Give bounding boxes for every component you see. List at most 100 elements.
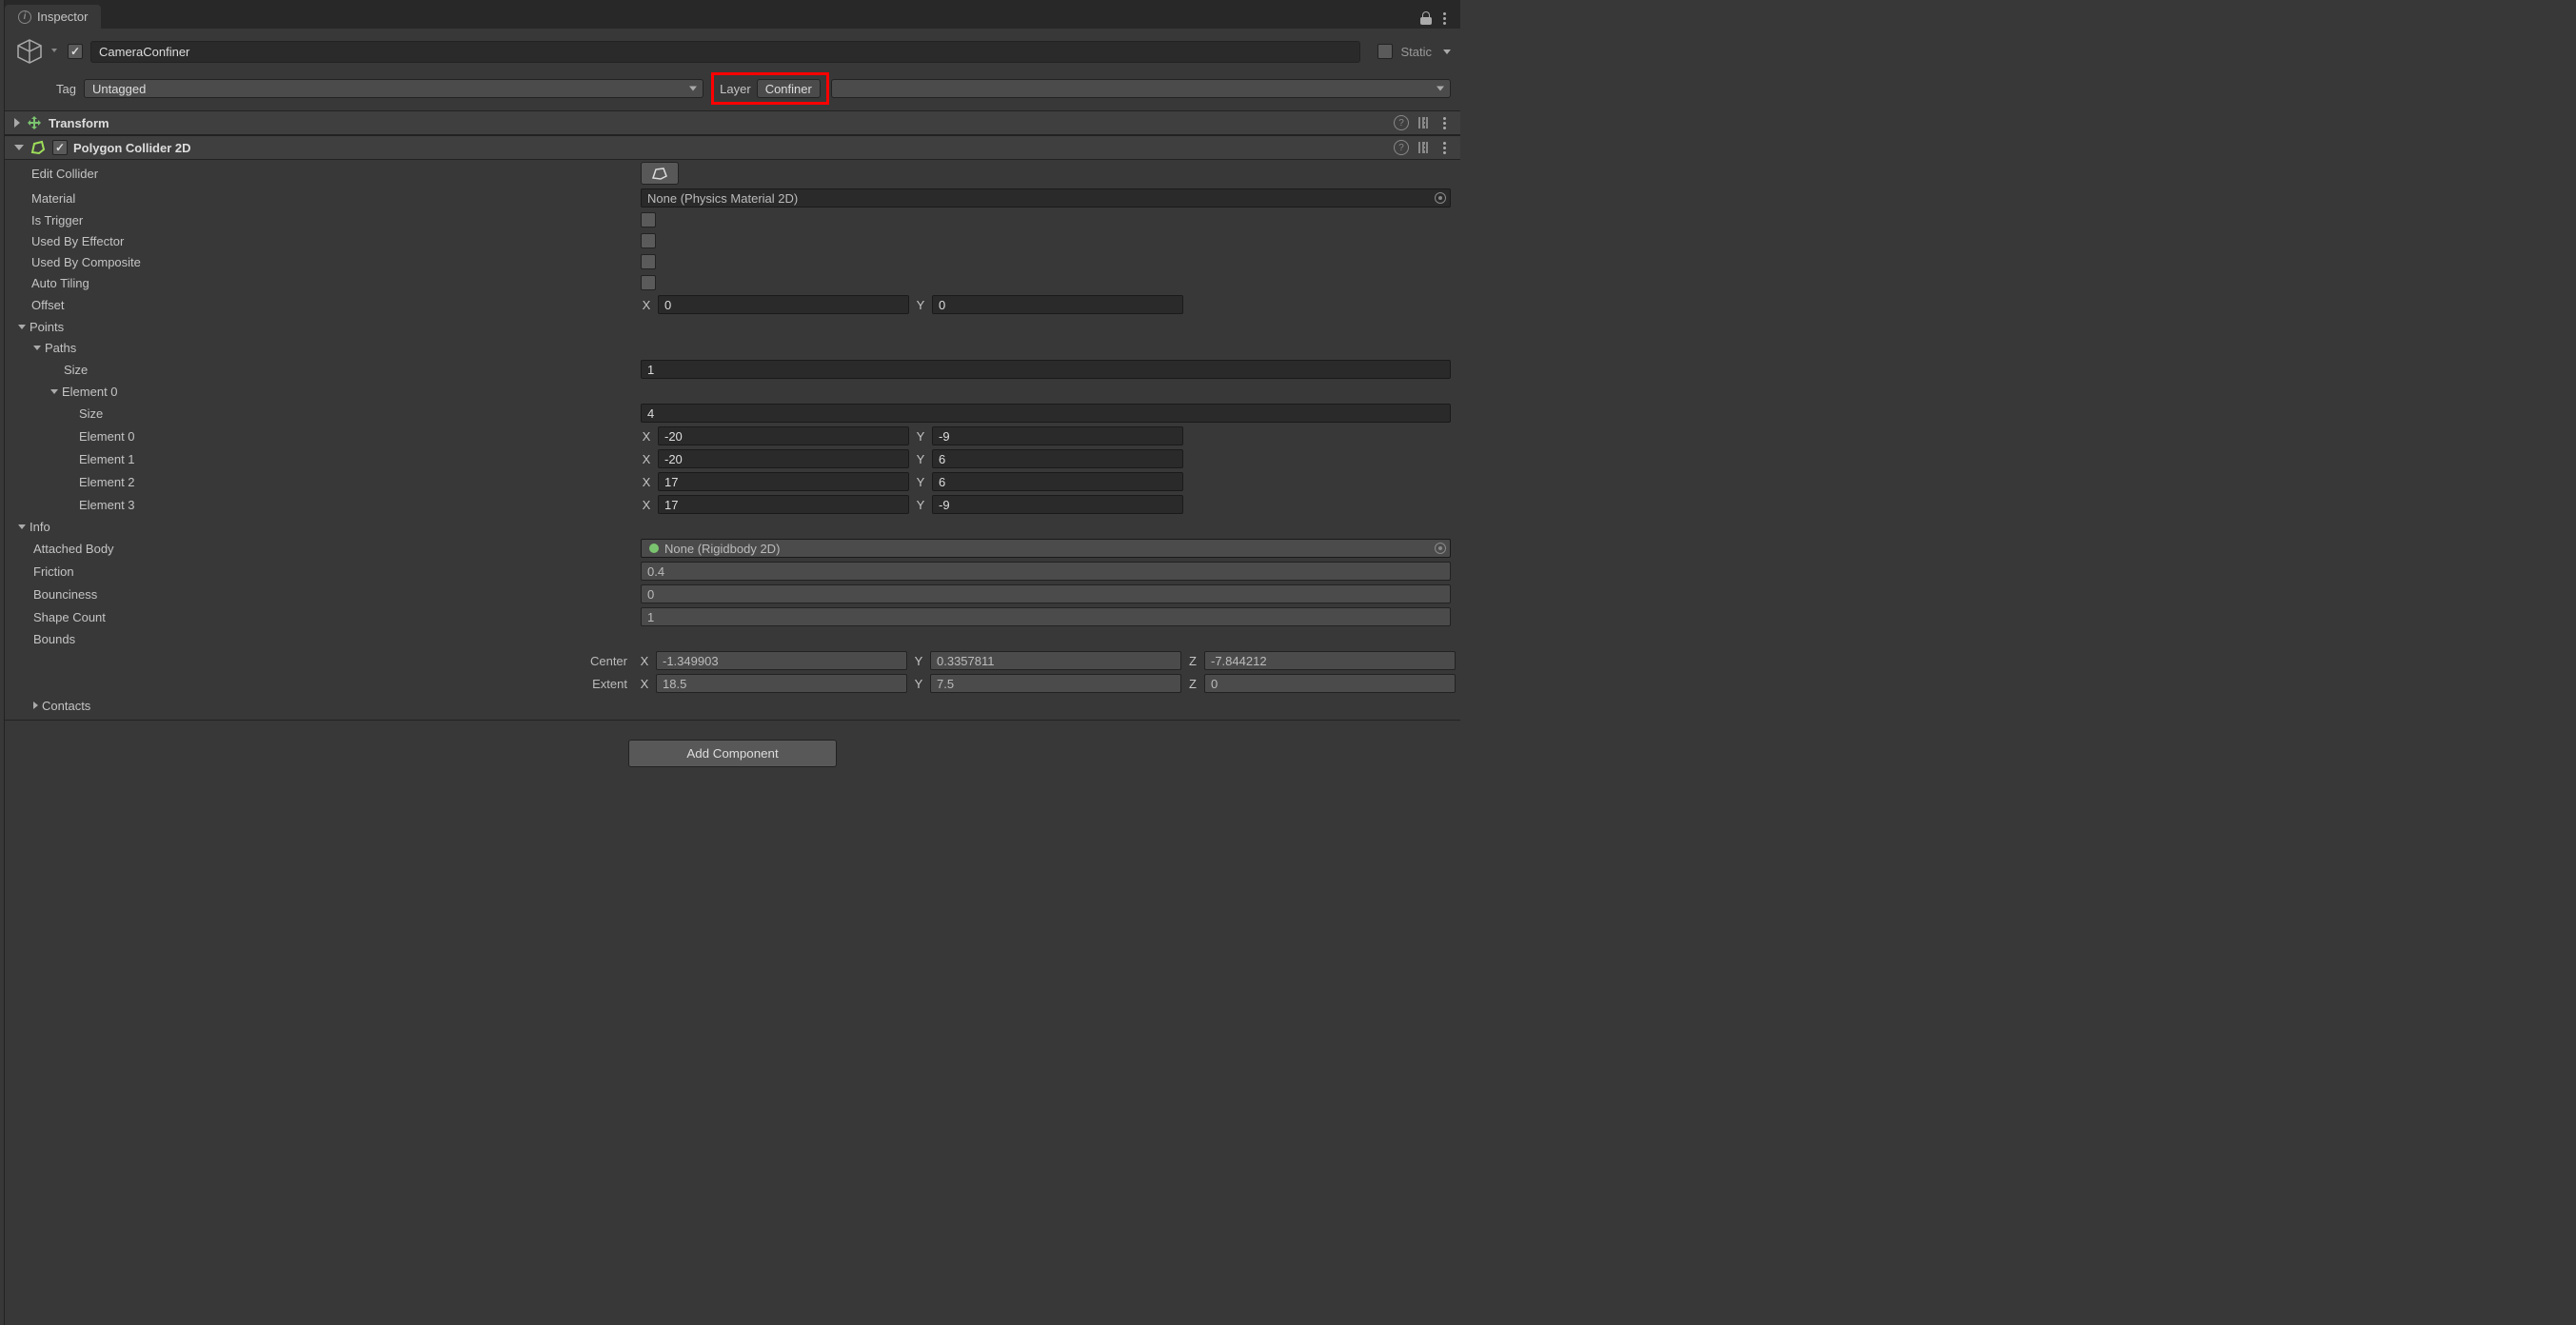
- add-component-button[interactable]: Add Component: [628, 740, 836, 767]
- friction-value: 0.4: [641, 562, 1451, 581]
- pt2-label: Element 2: [79, 475, 641, 489]
- transform-header[interactable]: Transform ?: [5, 110, 1460, 135]
- paths-size-label: Size: [64, 363, 641, 377]
- used-by-effector-checkbox[interactable]: [641, 233, 656, 248]
- paths-size-input[interactable]: [641, 360, 1451, 379]
- static-label: Static: [1400, 45, 1432, 59]
- pt0-label: Element 0: [79, 429, 641, 444]
- collider-title: Polygon Collider 2D: [73, 141, 1388, 155]
- polygon-collider-icon: [30, 139, 47, 156]
- tag-dropdown[interactable]: Untagged: [84, 79, 703, 98]
- layer-dropdown[interactable]: [831, 79, 1451, 98]
- layer-label: Layer: [720, 82, 751, 96]
- component-menu-icon[interactable]: [1437, 117, 1451, 129]
- attached-body-label: Attached Body: [33, 542, 641, 556]
- used-by-composite-checkbox[interactable]: [641, 254, 656, 269]
- pt2-y[interactable]: [932, 472, 1183, 491]
- preset-icon[interactable]: [1418, 117, 1428, 129]
- inspector-panel: i Inspector Static Tag Untagged: [4, 0, 1460, 1325]
- shape-count-value: 1: [641, 607, 1451, 626]
- pt0-y[interactable]: [932, 426, 1183, 445]
- preset-icon[interactable]: [1418, 142, 1428, 153]
- pt3-label: Element 3: [79, 498, 641, 512]
- pt2-x[interactable]: [658, 472, 909, 491]
- icon-dropdown[interactable]: [49, 47, 60, 56]
- help-icon[interactable]: ?: [1394, 140, 1409, 155]
- pt3-y[interactable]: [932, 495, 1183, 514]
- x-label: X: [641, 298, 652, 312]
- layer-value-box: Confiner: [757, 79, 821, 98]
- extent-y: 7.5: [930, 674, 1181, 693]
- offset-x-input[interactable]: [658, 295, 909, 314]
- pt1-x[interactable]: [658, 449, 909, 468]
- auto-tiling-label: Auto Tiling: [31, 276, 641, 290]
- pt0-x[interactable]: [658, 426, 909, 445]
- bounciness-label: Bounciness: [33, 587, 641, 602]
- center-x: -1.349903: [656, 651, 907, 670]
- edit-collider-label: Edit Collider: [31, 167, 641, 181]
- contacts-label: Contacts: [42, 699, 90, 713]
- shape-count-label: Shape Count: [33, 610, 641, 624]
- used-by-composite-label: Used By Composite: [31, 255, 641, 269]
- static-checkbox[interactable]: [1377, 44, 1393, 59]
- help-icon[interactable]: ?: [1394, 115, 1409, 130]
- collider-foldout[interactable]: [14, 145, 24, 150]
- is-trigger-checkbox[interactable]: [641, 212, 656, 227]
- layer-highlight: Layer Confiner: [711, 72, 829, 105]
- element0-label: Element 0: [62, 385, 118, 399]
- attached-body-field: None (Rigidbody 2D): [641, 539, 1451, 558]
- points-label: Points: [30, 320, 64, 334]
- y-label: Y: [915, 298, 926, 312]
- pt3-x[interactable]: [658, 495, 909, 514]
- inspector-tab[interactable]: i Inspector: [5, 5, 101, 29]
- inspector-icon: i: [18, 10, 31, 24]
- offset-y-input[interactable]: [932, 295, 1183, 314]
- element0-size-label: Size: [79, 406, 641, 421]
- tag-label: Tag: [56, 82, 76, 96]
- object-picker-icon: [1435, 543, 1446, 554]
- lock-icon[interactable]: [1420, 11, 1432, 25]
- context-menu-icon[interactable]: [1437, 12, 1451, 25]
- info-label: Info: [30, 520, 50, 534]
- offset-label: Offset: [31, 298, 641, 312]
- is-trigger-label: Is Trigger: [31, 213, 641, 227]
- tab-label: Inspector: [37, 10, 88, 24]
- pt1-label: Element 1: [79, 452, 641, 466]
- paths-foldout[interactable]: [33, 346, 41, 350]
- object-picker-icon[interactable]: [1435, 192, 1446, 204]
- collider-enabled-checkbox[interactable]: [52, 140, 68, 155]
- material-field[interactable]: None (Physics Material 2D): [641, 188, 1451, 208]
- auto-tiling-checkbox[interactable]: [641, 275, 656, 290]
- element0-foldout[interactable]: [50, 389, 58, 394]
- points-foldout[interactable]: [18, 325, 26, 329]
- friction-label: Friction: [33, 564, 641, 579]
- center-z: -7.844212: [1204, 651, 1456, 670]
- object-header: Static Tag Untagged Layer Confiner: [5, 29, 1460, 110]
- paths-label: Paths: [45, 341, 76, 355]
- info-foldout[interactable]: [18, 524, 26, 529]
- rigidbody-icon: [647, 542, 661, 555]
- transform-foldout[interactable]: [14, 118, 20, 128]
- component-menu-icon[interactable]: [1437, 142, 1451, 154]
- object-name-input[interactable]: [90, 41, 1360, 63]
- extent-x: 18.5: [656, 674, 907, 693]
- used-by-effector-label: Used By Effector: [31, 234, 641, 248]
- gameobject-icon[interactable]: [14, 36, 45, 67]
- bounciness-value: 0: [641, 584, 1451, 603]
- bounds-label: Bounds: [33, 632, 641, 646]
- center-label: Center: [14, 654, 639, 668]
- pt1-y[interactable]: [932, 449, 1183, 468]
- element0-size-input[interactable]: [641, 404, 1451, 423]
- enabled-checkbox[interactable]: [68, 44, 83, 59]
- extent-label: Extent: [14, 677, 639, 691]
- material-label: Material: [31, 191, 641, 206]
- extent-z: 0: [1204, 674, 1456, 693]
- transform-icon: [26, 114, 43, 131]
- center-y: 0.3357811: [930, 651, 1181, 670]
- tab-bar: i Inspector: [5, 0, 1460, 29]
- contacts-foldout[interactable]: [33, 702, 38, 709]
- static-dropdown-arrow[interactable]: [1443, 49, 1451, 54]
- collider-header[interactable]: Polygon Collider 2D ?: [5, 135, 1460, 160]
- edit-collider-button[interactable]: [641, 162, 679, 185]
- transform-title: Transform: [49, 116, 1388, 130]
